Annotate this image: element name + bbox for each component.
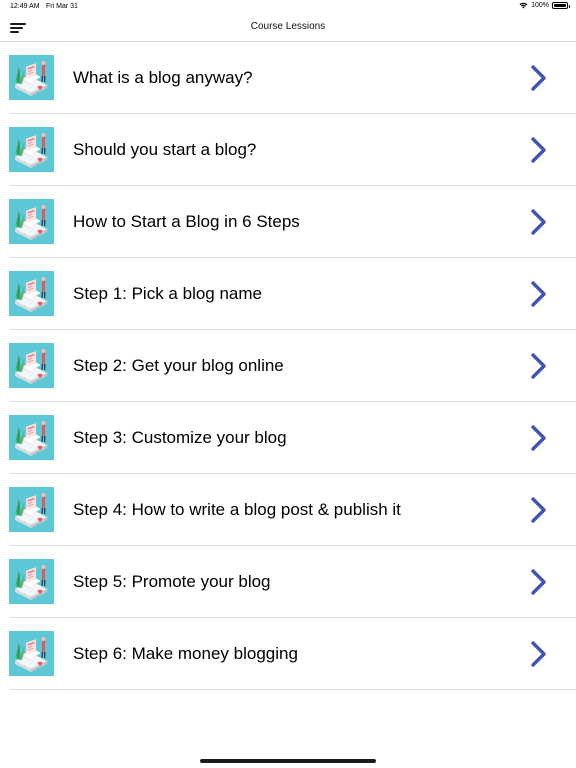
lesson-title: Step 5: Promote your blog xyxy=(73,572,271,591)
lesson-row[interactable]: Step 2: Get your blog online xyxy=(0,330,576,402)
lesson-title: Step 1: Pick a blog name xyxy=(73,284,263,303)
battery-fill xyxy=(554,4,566,7)
lesson-row[interactable]: Should you start a blog? xyxy=(0,114,576,186)
lesson-row[interactable]: Step 1: Pick a blog name xyxy=(0,258,576,330)
chevron-right-icon[interactable] xyxy=(530,640,548,668)
status-time: 12:49 AM xyxy=(10,3,40,10)
navigation-bar: Course Lessions xyxy=(0,14,576,42)
wifi-icon xyxy=(519,2,528,9)
lesson-list: What is a blog anyway? Should you start … xyxy=(0,42,576,690)
lesson-thumbnail xyxy=(9,631,54,676)
status-indicators: 100% xyxy=(519,2,570,9)
lesson-thumbnail xyxy=(9,127,54,172)
lesson-row[interactable]: Step 4: How to write a blog post & publi… xyxy=(0,474,576,546)
lesson-title: Should you start a blog? xyxy=(73,140,257,159)
chevron-right-icon[interactable] xyxy=(530,280,548,308)
chevron-right-icon[interactable] xyxy=(530,424,548,452)
lesson-row[interactable]: Step 3: Customize your blog xyxy=(0,402,576,474)
battery-percentage: 100% xyxy=(531,2,549,9)
lesson-thumbnail xyxy=(9,343,54,388)
lesson-row[interactable]: Step 6: Make money blogging xyxy=(0,618,576,690)
lesson-thumbnail xyxy=(9,271,54,316)
lesson-thumbnail xyxy=(9,415,54,460)
lesson-thumbnail xyxy=(9,199,54,244)
lesson-thumbnail xyxy=(9,559,54,604)
lesson-title: Step 6: Make money blogging xyxy=(73,644,298,663)
battery-icon xyxy=(552,2,570,9)
status-bar: 12:49 AM Fri Mar 31 100% xyxy=(0,0,576,14)
lesson-title: Step 3: Customize your blog xyxy=(73,428,287,447)
lesson-row[interactable]: How to Start a Blog in 6 Steps xyxy=(0,186,576,258)
page-title: Course Lessions xyxy=(250,21,326,32)
lesson-title: Step 2: Get your blog online xyxy=(73,356,284,375)
chevron-right-icon[interactable] xyxy=(530,352,548,380)
lesson-title: Step 4: How to write a blog post & publi… xyxy=(73,500,401,519)
lesson-title: What is a blog anyway? xyxy=(73,68,253,87)
lesson-row[interactable]: Step 5: Promote your blog xyxy=(0,546,576,618)
lesson-title: How to Start a Blog in 6 Steps xyxy=(73,212,300,231)
lesson-row[interactable]: What is a blog anyway? xyxy=(0,42,576,114)
chevron-right-icon[interactable] xyxy=(530,64,548,92)
chevron-right-icon[interactable] xyxy=(530,496,548,524)
lesson-thumbnail xyxy=(9,487,54,532)
chevron-right-icon[interactable] xyxy=(530,208,548,236)
status-date: Fri Mar 31 xyxy=(46,3,78,10)
home-indicator[interactable] xyxy=(200,759,376,763)
lesson-thumbnail xyxy=(9,55,54,100)
chevron-right-icon[interactable] xyxy=(530,568,548,596)
chevron-right-icon[interactable] xyxy=(530,136,548,164)
